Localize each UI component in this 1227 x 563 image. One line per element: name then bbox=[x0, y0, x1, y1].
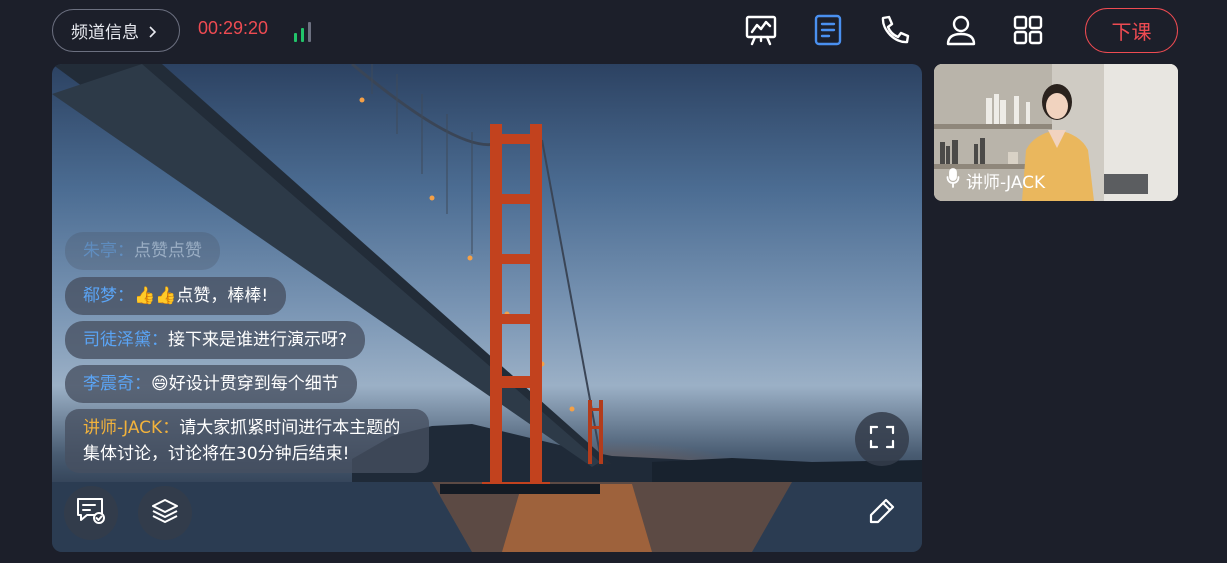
channel-info-label: 频道信息 bbox=[71, 23, 139, 43]
main-stage: 朱亭：点赞点赞 郗梦：👍👍点赞，棒棒! 司徒泽黛：接下来是谁进行演示呀? 李震奇… bbox=[52, 64, 922, 552]
fullscreen-button[interactable] bbox=[855, 412, 909, 466]
layers-button[interactable] bbox=[138, 486, 192, 540]
fullscreen-icon bbox=[868, 423, 896, 455]
chevron-right-icon bbox=[147, 25, 157, 38]
user-icon[interactable] bbox=[944, 13, 978, 47]
whiteboard-icon[interactable] bbox=[744, 13, 778, 47]
chat-message: 李震奇：😄好设计贯穿到每个细节 bbox=[65, 365, 357, 403]
teacher-name-label: 讲师-JACK bbox=[946, 168, 1045, 193]
chat-message: 郗梦：👍👍点赞，棒棒! bbox=[65, 277, 287, 315]
chat-message: 朱亭：点赞点赞 bbox=[65, 232, 220, 270]
channel-info-button[interactable]: 频道信息 bbox=[52, 9, 180, 52]
pen-icon bbox=[867, 496, 897, 530]
chat-toggle-button[interactable] bbox=[64, 486, 118, 540]
grid-icon[interactable] bbox=[1011, 13, 1045, 47]
pen-button[interactable] bbox=[855, 486, 909, 540]
end-class-button[interactable]: 下课 bbox=[1085, 8, 1178, 53]
chat-icon bbox=[75, 496, 107, 530]
chat-message: 司徒泽黛：接下来是谁进行演示呀? bbox=[65, 321, 366, 359]
teacher-name: 讲师-JACK bbox=[966, 173, 1046, 193]
phone-icon[interactable] bbox=[877, 13, 911, 47]
chat-message-teacher: 讲师-JACK：请大家抓紧时间进行本主题的集体讨论，讨论将在30分钟后结束! bbox=[65, 409, 429, 473]
teacher-video[interactable]: 讲师-JACK bbox=[934, 64, 1178, 201]
signal-strength-icon bbox=[294, 20, 311, 42]
layers-icon bbox=[150, 496, 180, 530]
document-icon[interactable] bbox=[811, 13, 845, 47]
microphone-icon bbox=[946, 168, 960, 193]
class-timer: 00:29:20 bbox=[198, 18, 269, 38]
